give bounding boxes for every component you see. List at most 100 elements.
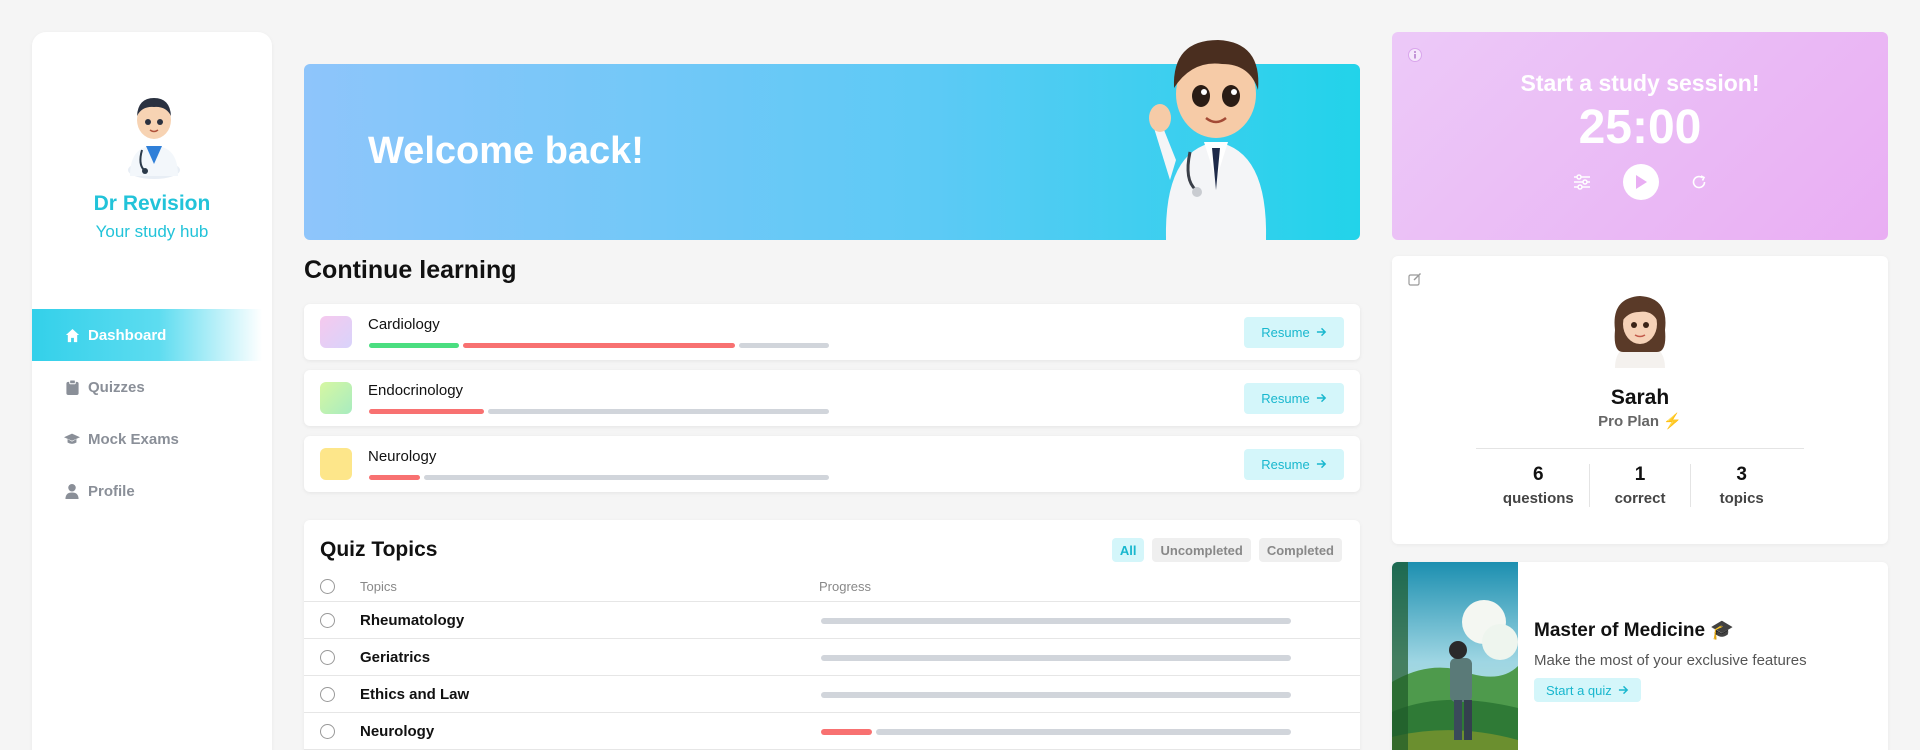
course-progress (369, 409, 829, 414)
session-timer: 25:00 (1578, 101, 1702, 154)
sidebar-item-label: Quizzes (88, 378, 145, 396)
stat-correct: 1 correct (1588, 464, 1691, 507)
resume-button[interactable]: Resume (1244, 449, 1344, 480)
select-all-radio[interactable] (320, 579, 335, 594)
brand-name: Dr Revision (93, 192, 211, 215)
progress-remaining-segment (739, 343, 829, 348)
course-card-endocrinology[interactable]: Endocrinology Resume (304, 370, 1360, 426)
table-row[interactable]: Rheumatology (304, 602, 1360, 639)
session-title: Start a study session! (1520, 70, 1760, 96)
stat-topics: 3 topics (1690, 464, 1792, 507)
promo-title-text: Master of Medicine (1534, 620, 1706, 641)
sidebar-item-dashboard[interactable]: Dashboard (32, 309, 262, 361)
arrow-right-icon (1316, 391, 1327, 406)
progress-correct-segment (369, 343, 459, 348)
reset-icon[interactable] (1691, 174, 1707, 190)
topic-progress (821, 655, 1291, 661)
doctor-avatar-logo (128, 98, 180, 179)
graduation-cap-icon (64, 431, 80, 447)
progress-incorrect-segment (463, 343, 735, 348)
profile-plan: Pro Plan ⚡ (1392, 412, 1888, 430)
lightning-icon: ⚡ (1663, 413, 1682, 430)
filter-uncompleted[interactable]: Uncompleted (1152, 538, 1251, 562)
stat-value: 3 (1736, 464, 1747, 485)
stat-label: topics (1719, 490, 1764, 507)
profile-card: Sarah Pro Plan ⚡ 6 questions 1 correct 3… (1392, 256, 1888, 544)
filter-completed[interactable]: Completed (1258, 538, 1342, 562)
start-quiz-button[interactable]: Start a quiz (1534, 678, 1641, 702)
home-icon (64, 327, 80, 343)
resume-button[interactable]: Resume (1244, 317, 1344, 348)
banner-title: Welcome back! (368, 130, 644, 172)
sidebar-item-label: Dashboard (88, 326, 167, 344)
play-button[interactable] (1623, 164, 1659, 200)
sidebar-item-profile[interactable]: Profile (32, 465, 272, 517)
info-icon[interactable] (1408, 48, 1422, 62)
course-progress (369, 343, 829, 348)
topic-name: Ethics and Law (360, 686, 470, 703)
progress-incorrect-segment (369, 409, 484, 414)
arrow-right-icon (1316, 325, 1327, 340)
user-avatar (1614, 296, 1666, 368)
quiz-table-header: Topics Progress (304, 572, 1360, 602)
settings-sliders-icon[interactable] (1573, 174, 1591, 190)
resume-button-label: Resume (1261, 325, 1310, 340)
table-row[interactable]: Geriatrics (304, 639, 1360, 676)
progress-remaining-segment (821, 618, 1291, 624)
sidebar-nav: Dashboard Quizzes Mock Exams Profile (32, 309, 272, 517)
filter-all[interactable]: All (1111, 538, 1145, 562)
course-swatch (320, 448, 352, 480)
quiz-filters: All Uncompleted Completed (1111, 538, 1342, 562)
row-select-radio[interactable] (320, 650, 335, 665)
sidebar-item-label: Mock Exams (88, 430, 179, 448)
study-session-card: Start a study session! 25:00 (1392, 32, 1888, 240)
stat-label: correct (1614, 490, 1666, 507)
brand-subtitle: Your study hub (95, 222, 209, 241)
progress-remaining-segment (821, 692, 1291, 698)
course-swatch (320, 382, 352, 414)
stat-questions: 6 questions (1488, 464, 1589, 507)
clipboard-icon (64, 379, 80, 395)
arrow-right-icon (1316, 457, 1327, 472)
table-row[interactable]: Neurology (304, 713, 1360, 750)
promo-title: Master of Medicine 🎓 (1534, 618, 1734, 642)
table-row[interactable]: Ethics and Law (304, 676, 1360, 713)
edit-icon[interactable] (1408, 272, 1422, 286)
row-select-radio[interactable] (320, 687, 335, 702)
course-progress (369, 475, 829, 480)
promo-description: Make the most of your exclusive features (1534, 652, 1807, 669)
sidebar-item-quizzes[interactable]: Quizzes (32, 361, 272, 413)
column-header-progress: Progress (819, 579, 872, 594)
stat-value: 1 (1634, 464, 1646, 485)
row-select-radio[interactable] (320, 724, 335, 739)
play-icon (1636, 175, 1647, 189)
course-card-neurology[interactable]: Neurology Resume (304, 436, 1360, 492)
course-card-cardiology[interactable]: Cardiology Resume (304, 304, 1360, 360)
progress-remaining-segment (488, 409, 829, 414)
row-select-radio[interactable] (320, 613, 335, 628)
topic-progress (821, 618, 1291, 624)
divider (1476, 448, 1804, 449)
topic-name: Geriatrics (360, 649, 431, 666)
course-name: Neurology (368, 448, 437, 465)
continue-learning-title: Continue learning (304, 256, 517, 284)
progress-incorrect-segment (369, 475, 420, 480)
sidebar-item-label: Profile (88, 482, 135, 500)
topic-progress (821, 692, 1291, 698)
arrow-right-icon (1618, 683, 1629, 698)
hiker-landscape-illustration (1392, 562, 1518, 750)
sidebar-item-mock-exams[interactable]: Mock Exams (32, 413, 272, 465)
quiz-topics-panel: Quiz Topics All Uncompleted Completed To… (304, 520, 1360, 750)
resume-button[interactable]: Resume (1244, 383, 1344, 414)
stat-value: 6 (1533, 464, 1544, 485)
graduation-cap-icon: 🎓 (1710, 620, 1734, 641)
session-controls (1392, 164, 1888, 200)
user-icon (64, 483, 80, 499)
topic-name: Neurology (360, 723, 435, 740)
sidebar: Dr Revision Your study hub Dashboard Qui… (32, 32, 272, 750)
course-name: Endocrinology (368, 382, 464, 399)
topic-progress (821, 729, 1291, 735)
profile-name: Sarah (1610, 386, 1670, 409)
progress-remaining-segment (424, 475, 829, 480)
column-header-topics: Topics (360, 579, 397, 594)
